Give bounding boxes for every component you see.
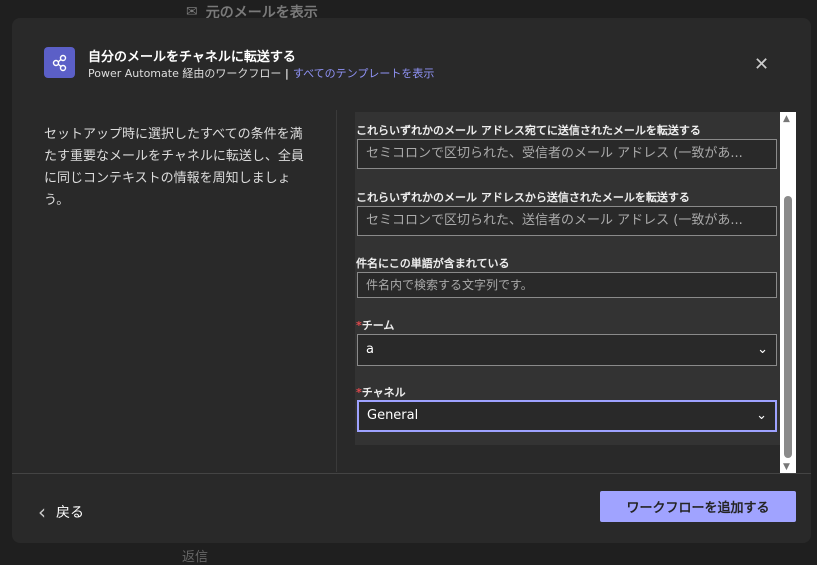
footer-divider	[12, 473, 811, 474]
team-label: *チーム	[356, 319, 395, 332]
back-button[interactable]: ‹ 戻る	[38, 500, 84, 524]
scrollbar[interactable]: ▲ ▼	[780, 112, 796, 474]
add-workflow-button[interactable]: ワークフローを追加する	[600, 491, 796, 522]
subject-label: 件名にこの単語が含まれている	[356, 257, 510, 270]
share-workflow-icon	[44, 47, 75, 78]
channel-select[interactable]: General ⌄	[357, 400, 777, 432]
to-addresses-input[interactable]: セミコロンで区切られた、受信者のメール アドレス (一致があ...	[357, 139, 777, 169]
close-icon[interactable]: ✕	[754, 54, 769, 75]
divider	[336, 110, 337, 472]
chevron-left-icon: ‹	[38, 500, 46, 524]
form-panel: これらいずれかのメール アドレス宛てに送信されたメールを転送する セミコロンで区…	[355, 112, 780, 445]
channel-label: *チャネル	[356, 386, 406, 399]
scroll-down-icon[interactable]: ▼	[783, 462, 790, 472]
dialog-subtitle: Power Automate 経由のワークフロー | すべてのテンプレートを表示	[88, 67, 435, 80]
chevron-down-icon: ⌄	[757, 342, 768, 357]
workflow-dialog: 自分のメールをチャネルに転送する Power Automate 経由のワークフロ…	[12, 18, 811, 543]
from-label: これらいずれかのメール アドレスから送信されたメールを転送する	[356, 191, 690, 204]
from-addresses-input[interactable]: セミコロンで区切られた、送信者のメール アドレス (一致があ...	[357, 206, 777, 236]
subject-input[interactable]: 件名内で検索する文字列です。	[357, 272, 777, 298]
team-select[interactable]: a ⌄	[357, 334, 777, 366]
scroll-up-icon[interactable]: ▲	[783, 114, 790, 124]
dialog-title: 自分のメールをチャネルに転送する	[88, 50, 296, 65]
chevron-down-icon: ⌄	[756, 408, 767, 423]
description: セットアップ時に選択したすべての条件を満たす重要なメールをチャネルに転送し、全員…	[44, 127, 304, 208]
to-label: これらいずれかのメール アドレス宛てに送信されたメールを転送する	[356, 124, 701, 137]
view-all-templates-link[interactable]: すべてのテンプレートを表示	[293, 67, 434, 80]
scrollbar-thumb[interactable]	[784, 196, 792, 458]
